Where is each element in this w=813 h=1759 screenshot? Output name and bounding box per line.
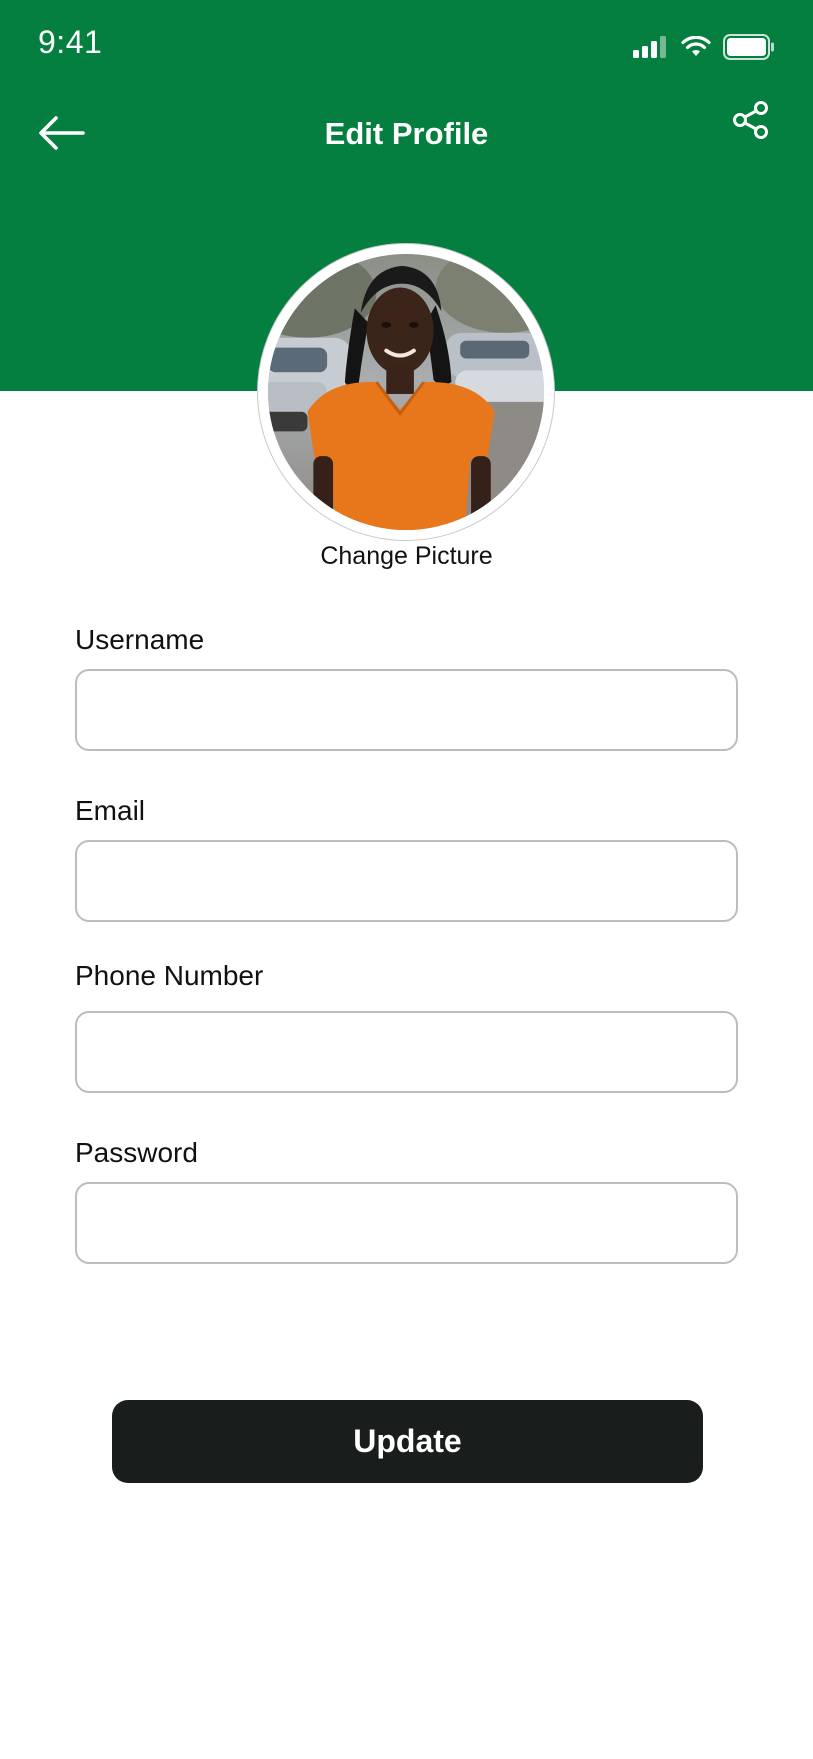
share-icon bbox=[731, 100, 771, 145]
phone-number-label: Phone Number bbox=[75, 960, 264, 991]
email-label: Email bbox=[75, 795, 146, 826]
username-input[interactable] bbox=[75, 669, 738, 751]
cellular-signal-icon bbox=[633, 36, 669, 58]
page-title: Edit Profile bbox=[324, 116, 489, 151]
password-label: Password bbox=[75, 1137, 198, 1168]
status-time: 9:41 bbox=[38, 24, 103, 60]
battery-icon bbox=[723, 34, 775, 60]
change-picture-link[interactable]: Change Picture bbox=[0, 542, 813, 571]
phone-number-input[interactable] bbox=[75, 1011, 738, 1093]
profile-avatar[interactable] bbox=[257, 243, 555, 541]
username-label: Username bbox=[75, 624, 205, 655]
edit-profile-screen: 9:41 Edit Profile Change Picture Usernam… bbox=[0, 0, 813, 1759]
status-icons bbox=[633, 34, 775, 60]
email-input[interactable] bbox=[75, 840, 738, 922]
avatar-photo bbox=[268, 254, 544, 530]
password-input[interactable] bbox=[75, 1182, 738, 1264]
share-button[interactable] bbox=[727, 98, 775, 146]
wifi-icon bbox=[681, 36, 711, 58]
update-button[interactable]: Update bbox=[112, 1400, 703, 1483]
